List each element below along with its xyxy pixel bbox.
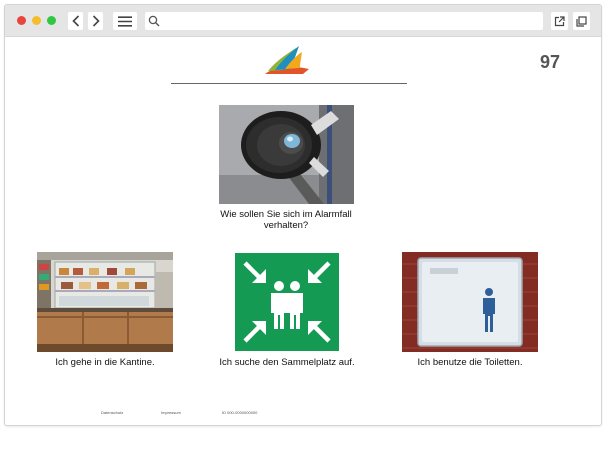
external-link-button[interactable]: [551, 12, 568, 30]
window-minimize-button[interactable]: [32, 16, 41, 25]
external-link-icon: [554, 15, 565, 26]
assembly-point-sign-icon: [235, 253, 339, 351]
option-caption-assembly-point[interactable]: Ich suche den Sammelplatz auf.: [201, 357, 373, 368]
option-image-assembly-point[interactable]: [235, 253, 339, 351]
option-caption-canteen[interactable]: Ich gehe in die Kantine.: [25, 357, 185, 368]
canteen-counter-icon: [37, 252, 173, 352]
question-caption: Wie sollen Sie sich im Alarmfall verhalt…: [220, 209, 352, 231]
brand-logo: [265, 46, 309, 74]
footer-privacy-link[interactable]: Datenschutz: [101, 410, 123, 415]
title-divider: [171, 83, 407, 84]
window-maximize-button[interactable]: [47, 16, 56, 25]
chevron-left-icon: [71, 15, 79, 27]
search-icon: [148, 15, 160, 27]
question-image-alarm-siren: [219, 105, 354, 204]
copy-button[interactable]: [573, 12, 590, 30]
chevron-right-icon: [92, 15, 100, 27]
alarm-siren-icon: [219, 105, 354, 204]
address-bar[interactable]: [145, 12, 543, 30]
forward-button[interactable]: [88, 12, 103, 30]
option-image-toilets[interactable]: [402, 252, 538, 352]
window-close-button[interactable]: [17, 16, 26, 25]
back-button[interactable]: [68, 12, 83, 30]
footer-id-label: ID 000-0000000000: [222, 410, 258, 415]
option-caption-toilets[interactable]: Ich benutze die Toiletten.: [389, 357, 551, 368]
copy-icon: [576, 15, 587, 27]
option-image-canteen[interactable]: [37, 252, 173, 352]
hamburger-menu-icon: [118, 15, 132, 27]
menu-button[interactable]: [113, 12, 137, 30]
toilet-sign-icon: [402, 252, 538, 352]
browser-toolbar: [5, 5, 601, 37]
browser-window: 97 Wie sollen Sie sich im Alarmfall verh…: [4, 4, 602, 426]
footer-imprint-link[interactable]: Impressum: [161, 410, 181, 415]
page-number: 97: [539, 52, 561, 72]
